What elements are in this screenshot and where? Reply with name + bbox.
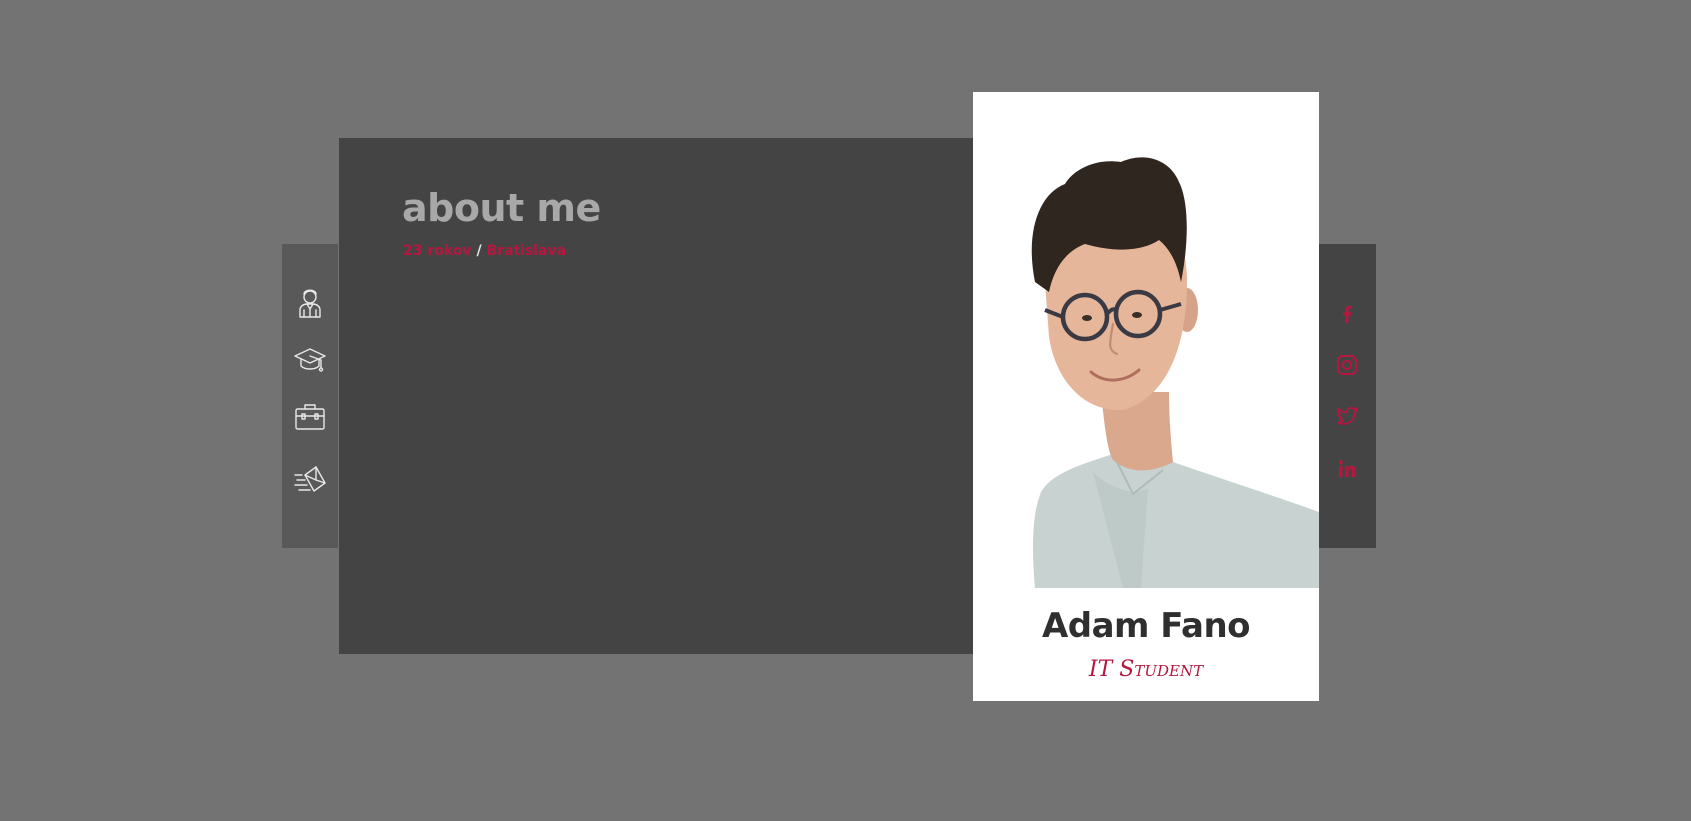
facebook-link[interactable] bbox=[1335, 302, 1359, 326]
separator-text: / bbox=[476, 243, 482, 259]
twitter-link[interactable] bbox=[1335, 404, 1359, 428]
profile-photo-illustration bbox=[973, 92, 1319, 588]
instagram-icon bbox=[1337, 355, 1357, 375]
graduation-cap-icon bbox=[294, 348, 326, 372]
instagram-link[interactable] bbox=[1335, 353, 1359, 377]
left-nav bbox=[282, 244, 338, 548]
age-text: 23 rokov bbox=[403, 243, 472, 259]
profile-role: IT Student bbox=[1088, 657, 1204, 682]
page-title: about me bbox=[402, 186, 601, 230]
profile-photo bbox=[973, 92, 1319, 588]
user-icon bbox=[299, 289, 321, 318]
facebook-icon bbox=[1342, 306, 1352, 323]
briefcase-icon bbox=[295, 404, 325, 430]
send-mail-icon bbox=[294, 466, 326, 492]
twitter-icon bbox=[1336, 406, 1358, 425]
nav-item-experience[interactable] bbox=[292, 399, 328, 435]
social-bar bbox=[1319, 244, 1376, 548]
personal-info: 23 rokov / Bratislava bbox=[403, 243, 566, 259]
nav-item-about[interactable] bbox=[292, 284, 328, 320]
profile-name: Adam Fano bbox=[1041, 606, 1251, 646]
nav-item-contact[interactable] bbox=[292, 461, 328, 497]
about-panel: about me 23 rokov / Bratislava bbox=[339, 138, 973, 654]
nav-item-education[interactable] bbox=[292, 341, 328, 377]
profile-card: Adam Fano IT Student bbox=[973, 92, 1319, 701]
city-text: Bratislava bbox=[486, 243, 567, 259]
page: about me 23 rokov / Bratislava Adam Fano… bbox=[0, 0, 1691, 821]
linkedin-icon bbox=[1338, 460, 1356, 477]
linkedin-link[interactable] bbox=[1335, 457, 1359, 481]
